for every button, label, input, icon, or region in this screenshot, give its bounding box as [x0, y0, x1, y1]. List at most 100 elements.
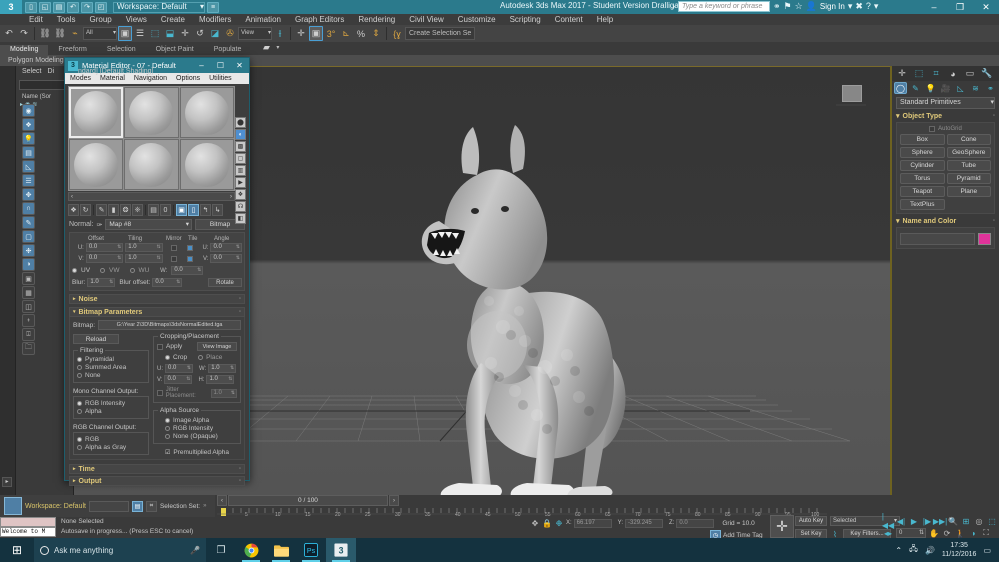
- create-cone-button[interactable]: Cone: [946, 134, 991, 145]
- menu-item-help[interactable]: Help: [590, 15, 620, 24]
- time-next-arrow[interactable]: ›: [389, 495, 399, 506]
- current-key-input[interactable]: 0 ⇅: [896, 528, 926, 538]
- pin-icon[interactable]: ▫: [239, 296, 244, 302]
- new-file-icon[interactable]: ▯: [25, 1, 37, 13]
- menu-item-graph-editors[interactable]: Graph Editors: [288, 15, 351, 24]
- radio-icon[interactable]: [165, 418, 170, 423]
- me-menu-modes[interactable]: Modes: [70, 75, 91, 82]
- name-and-color-header[interactable]: ▾ Name and Color ▫: [896, 217, 995, 226]
- backlight-icon[interactable]: ◐: [235, 129, 246, 140]
- expand-panel-icon[interactable]: ▸: [2, 477, 12, 487]
- menu-item-modifiers[interactable]: Modifiers: [192, 15, 238, 24]
- v-angle-input[interactable]: 0.0 ⇅: [210, 254, 242, 263]
- auto-key-button[interactable]: Auto Key: [795, 516, 827, 526]
- u-offset-input[interactable]: 0.0 ⇅: [85, 243, 124, 252]
- search-expand-icon[interactable]: ›: [672, 1, 675, 12]
- chevron-down-icon[interactable]: ▾: [200, 2, 204, 12]
- space-warps-icon[interactable]: ≋: [969, 82, 982, 94]
- save-file-icon[interactable]: ▤: [53, 1, 65, 13]
- cameras-icon[interactable]: 🎥: [939, 82, 952, 94]
- scroll-left-arrow-icon[interactable]: ‹: [71, 194, 73, 200]
- u-tile-checkbox[interactable]: [186, 244, 193, 251]
- pan-view-icon[interactable]: ✋: [929, 528, 939, 538]
- file-explorer-icon[interactable]: [266, 538, 296, 562]
- create-plane-button[interactable]: Plane: [946, 186, 991, 197]
- create-sphere-button[interactable]: Sphere: [900, 147, 945, 158]
- list-rail-icon[interactable]: ☰: [22, 174, 35, 187]
- material-slot[interactable]: [124, 139, 179, 190]
- set-project-icon[interactable]: ◰: [95, 1, 107, 13]
- sample-uv-tiling-icon[interactable]: ▢: [235, 153, 246, 164]
- spinner-icon[interactable]: ⇅: [919, 529, 925, 537]
- time-slider[interactable]: ‹ 0 / 100 ›: [217, 495, 777, 507]
- u-tiling-input[interactable]: 1.0 ⇅: [125, 243, 163, 252]
- chevron-down-icon[interactable]: ▾: [874, 1, 879, 12]
- create-geosphere-button[interactable]: GeoSphere: [946, 147, 991, 158]
- v-mirror-checkbox[interactable]: [170, 255, 177, 262]
- snaps-toggle-icon[interactable]: ▣: [309, 26, 323, 41]
- select-and-rotate-icon[interactable]: ↺: [193, 26, 207, 41]
- reset-map-icon[interactable]: ▮: [108, 204, 119, 216]
- zoom-icon[interactable]: 🔍: [948, 516, 958, 526]
- spinner-icon[interactable]: ⇅: [157, 255, 162, 262]
- time-prev-arrow[interactable]: ‹: [217, 495, 227, 506]
- pin-icon[interactable]: ▫: [239, 309, 244, 315]
- expand-chevron-icon[interactable]: »: [203, 503, 206, 509]
- taskbar-clock[interactable]: 17:35 11/12/2016: [942, 541, 977, 559]
- explorer-menu-select[interactable]: Select: [22, 68, 41, 78]
- collapse-arrow-icon[interactable]: ▾: [896, 112, 900, 120]
- help-doc-icon[interactable]: ⚑: [784, 1, 792, 12]
- rectangular-select-region-icon[interactable]: ⬚: [148, 26, 162, 41]
- show-shaded-material-icon[interactable]: ▣: [176, 204, 187, 216]
- create-textplus-button[interactable]: TextPlus: [900, 199, 945, 210]
- blur-offset-input[interactable]: 0.0 ⇅: [152, 278, 183, 287]
- task-view-icon[interactable]: ❐: [206, 538, 236, 562]
- radio-icon[interactable]: [77, 437, 82, 442]
- walkthrough-icon[interactable]: 🚶: [955, 528, 965, 538]
- containers-rail-icon[interactable]: ▢: [22, 230, 35, 243]
- radio-icon[interactable]: [77, 357, 82, 362]
- go-to-parent-icon[interactable]: ↰: [200, 204, 211, 216]
- material-editor-minimize-button[interactable]: –: [192, 58, 211, 73]
- crop-v-input[interactable]: 0.0 ⇅: [164, 375, 193, 384]
- material-slot[interactable]: [179, 139, 234, 190]
- display-tab[interactable]: ▭: [962, 67, 978, 80]
- rotate-button[interactable]: Rotate: [208, 278, 242, 287]
- spacewarp-rail-icon[interactable]: ✎: [22, 216, 35, 229]
- lock-selection-icon[interactable]: 🔒: [542, 518, 552, 528]
- show-end-result-icon[interactable]: ▯: [188, 204, 199, 216]
- wu-radio[interactable]: [129, 268, 135, 273]
- zoom-extents-icon[interactable]: ◎: [974, 516, 984, 526]
- crop-w-input[interactable]: 1.0 ⇅: [208, 364, 237, 373]
- selection-filter-dropdown[interactable]: All ▾: [83, 27, 117, 40]
- vw-radio[interactable]: [100, 268, 106, 273]
- me-menu-material[interactable]: Material: [100, 75, 125, 82]
- create-teapot-button[interactable]: Teapot: [900, 186, 945, 197]
- spinner-icon[interactable]: ⇅: [109, 279, 114, 286]
- customize-qat-icon[interactable]: ≡: [207, 1, 219, 13]
- radio-icon[interactable]: [77, 365, 82, 370]
- select-and-move-icon[interactable]: ✛: [178, 26, 192, 41]
- u-angle-input[interactable]: 0.0 ⇅: [210, 243, 242, 252]
- geometry-icon[interactable]: ◯: [894, 82, 907, 94]
- 3dsmax-icon[interactable]: 3: [326, 538, 356, 562]
- maxscript-mini-listener[interactable]: Welcome to M: [0, 517, 56, 538]
- spinner-icon[interactable]: ⇅: [117, 244, 122, 251]
- filtering-pyramidal-option[interactable]: Pyramidal: [77, 356, 145, 363]
- radio-icon[interactable]: [77, 409, 82, 414]
- spinner-icon[interactable]: ⇅: [187, 365, 192, 372]
- ribbon-tab-selection[interactable]: Selection: [97, 45, 146, 55]
- isolate-rail-icon[interactable]: ▦: [22, 286, 35, 299]
- modify-tab[interactable]: ⬚: [911, 67, 927, 80]
- network-icon[interactable]: 🖧: [909, 543, 918, 557]
- select-link-icon[interactable]: ⛓: [38, 26, 52, 41]
- unlink-icon[interactable]: ⛓: [53, 26, 67, 41]
- radio-icon[interactable]: [77, 373, 82, 378]
- output-rollup-header[interactable]: ▸ Output ▫: [69, 476, 245, 486]
- background-checker-icon[interactable]: ▩: [235, 141, 246, 152]
- snap-settings-icon[interactable]: ⇕: [369, 26, 383, 41]
- menu-item-edit[interactable]: Edit: [22, 15, 50, 24]
- alpha-image-alpha-option[interactable]: Image Alpha: [157, 417, 237, 424]
- menu-item-scripting[interactable]: Scripting: [503, 15, 548, 24]
- create-box-button[interactable]: Box: [900, 134, 945, 145]
